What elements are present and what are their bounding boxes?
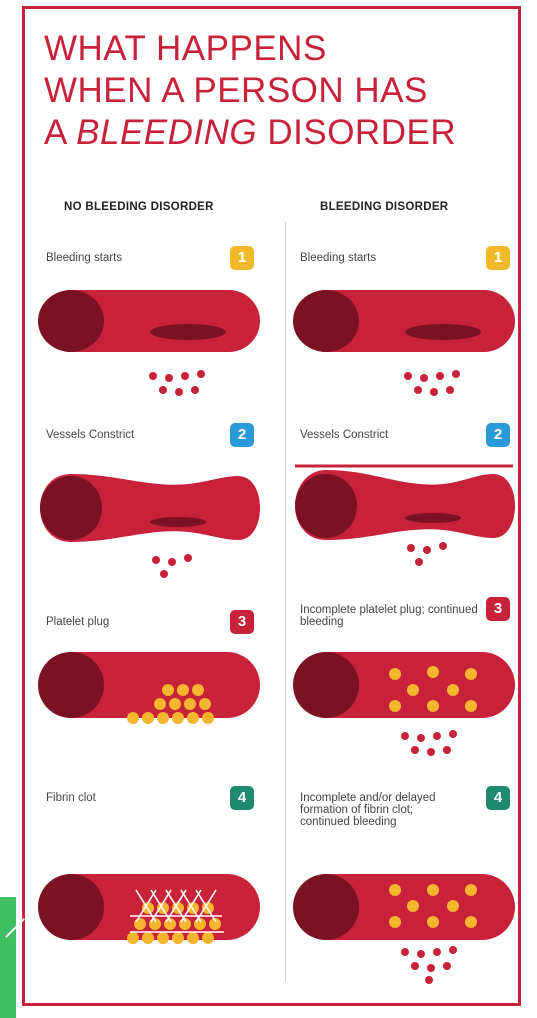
corner-decoration [0, 897, 16, 1018]
step-4-icon: 4 [230, 786, 254, 810]
blood-drops [401, 730, 457, 756]
wound-opening [150, 324, 226, 340]
vessel-opening [38, 874, 104, 940]
right-vessel-step-1 [293, 290, 515, 396]
right-vessel-step-4 [293, 874, 515, 984]
title-line-2: WHEN A PERSON HAS [44, 71, 428, 110]
column-divider [285, 222, 286, 982]
left-column-heading: NO BLEEDING DISORDER [64, 201, 214, 213]
right-step-1-label: Bleeding starts [300, 252, 377, 264]
blood-drops [407, 542, 447, 566]
title-emphasis: BLEEDING [76, 113, 258, 152]
vessel-opening [38, 290, 104, 352]
vessel-opening [293, 290, 359, 352]
step-3-icon: 3 [230, 610, 254, 634]
wound-opening [405, 513, 461, 523]
left-step-3-label: Platelet plug [46, 616, 110, 628]
step-3-icon: 3 [486, 597, 510, 621]
right-step-3-label: Incomplete platelet plug; continued blee… [300, 604, 478, 628]
title-line-1: WHAT HAPPENS [44, 29, 327, 68]
left-step-1-label: Bleeding starts [46, 252, 123, 264]
right-vessel-step-2 [295, 464, 515, 566]
wound-opening [150, 517, 206, 527]
blood-drops [401, 946, 457, 984]
left-step-4-label: Fibrin clot [46, 792, 96, 804]
vessel-opening [293, 652, 359, 718]
left-vessel-step-3 [38, 652, 260, 724]
step-1-icon: 1 [230, 246, 254, 270]
step-1-icon: 1 [486, 246, 510, 270]
right-column-heading: BLEEDING DISORDER [320, 201, 449, 213]
right-vessel-step-3 [293, 652, 515, 756]
blood-drops [149, 370, 205, 396]
step-2-icon: 2 [230, 423, 254, 447]
blood-drops [404, 370, 460, 396]
left-vessel-step-1 [38, 290, 260, 396]
right-step-4-label: Incomplete and/or delayed formation of f… [300, 792, 436, 828]
right-step-2-label: Vessels Constrict [300, 429, 389, 441]
blood-drops [152, 554, 192, 578]
title-line-3: A BLEEDING DISORDER [44, 112, 514, 154]
infographic-title: WHAT HAPPENS WHEN A PERSON HAS A BLEEDIN… [44, 28, 514, 154]
left-step-2-label: Vessels Constrict [46, 429, 135, 441]
wound-opening [405, 324, 481, 340]
vessel-opening [38, 652, 104, 718]
title-suffix: DISORDER [257, 113, 457, 152]
vessel-opening [40, 476, 102, 540]
step-2-icon: 2 [486, 423, 510, 447]
title-prefix: A [44, 113, 77, 152]
left-vessel-step-2 [40, 474, 260, 578]
vessel-opening [295, 474, 357, 538]
vessel-opening [293, 874, 359, 940]
left-vessel-step-4 [38, 874, 260, 944]
step-4-icon: 4 [486, 786, 510, 810]
